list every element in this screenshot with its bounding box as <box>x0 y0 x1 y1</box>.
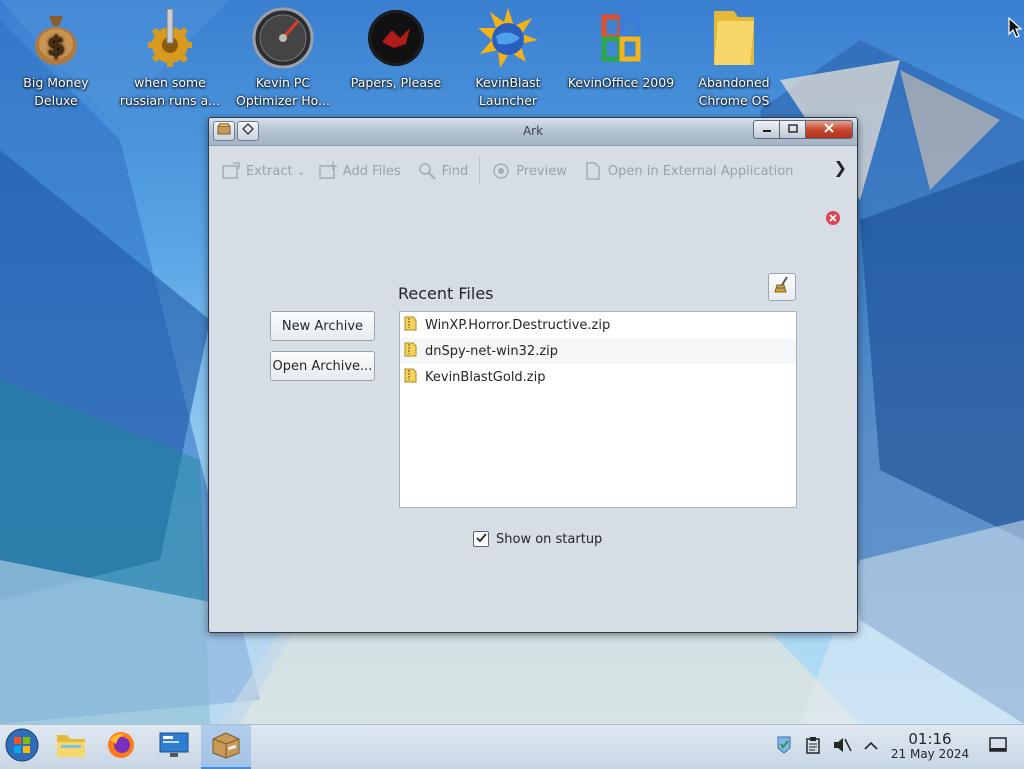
desktop-icon-abandoned-chrome-os[interactable]: Abandoned Chrome OS <box>678 6 790 110</box>
red-emblem-icon <box>364 6 428 70</box>
minimize-icon <box>762 122 772 137</box>
open-archive-button[interactable]: Open Archive... <box>270 351 375 381</box>
file-manager-icon <box>55 731 87 763</box>
find-label: Find <box>441 163 469 179</box>
tray-volume[interactable] <box>830 725 854 769</box>
svg-text:$: $ <box>47 31 65 61</box>
extract-button[interactable]: Extract <box>213 156 301 186</box>
gear-icon <box>138 6 202 70</box>
list-item[interactable]: dnSpy-net-win32.zip <box>400 338 796 364</box>
open-external-label: Open in External Application <box>607 163 794 179</box>
network-icon <box>775 735 793 759</box>
desktop-icon-label: Abandoned Chrome OS <box>698 75 770 108</box>
recent-file-name: dnSpy-net-win32.zip <box>425 343 559 359</box>
desktop-icon-kevinblast-launcher[interactable]: KevinBlast Launcher <box>452 6 564 110</box>
extract-icon <box>221 161 241 181</box>
clock-date: 21 May 2024 <box>890 747 970 761</box>
globe-burst-icon <box>476 6 540 70</box>
minimize-button[interactable] <box>753 120 780 139</box>
zip-file-icon <box>404 316 417 335</box>
clock-time: 01:16 <box>908 730 952 748</box>
add-files-label: Add Files <box>342 163 401 179</box>
tray-expand-icon <box>864 740 878 755</box>
close-icon <box>824 122 834 137</box>
search-icon <box>417 161 437 181</box>
desktop-icon-papers-please[interactable]: Papers, Please <box>340 6 452 92</box>
maximize-icon <box>787 122 798 137</box>
desktop-icon-label: when some russian runs a... <box>119 75 221 108</box>
desktop-icon-label: KevinOffice 2009 <box>567 75 675 90</box>
tray-network[interactable] <box>772 725 796 769</box>
error-indicator-icon <box>825 210 841 230</box>
find-button[interactable]: Find <box>409 156 477 186</box>
add-files-icon <box>318 161 338 181</box>
desktop-icon-label: Papers, Please <box>350 75 442 90</box>
firefox-icon <box>106 730 136 764</box>
list-item[interactable]: WinXP.Horror.Destructive.zip <box>400 312 796 338</box>
show-desktop-icon <box>989 737 1007 757</box>
main-toolbar: Extract ⌄ Add Files Find Preview Open in… <box>213 150 853 192</box>
recent-file-name: WinXP.Horror.Destructive.zip <box>425 317 611 333</box>
taskbar-file-manager[interactable] <box>49 725 93 769</box>
maximize-button[interactable] <box>780 120 806 139</box>
preview-label: Preview <box>516 163 567 179</box>
preview-button[interactable]: Preview <box>483 156 575 186</box>
office-logo-icon <box>589 6 653 70</box>
start-button[interactable] <box>0 725 44 769</box>
clipboard-icon <box>806 736 820 758</box>
recent-file-name: KevinBlastGold.zip <box>425 369 546 385</box>
show-desktop-button[interactable] <box>986 725 1010 769</box>
toolbar-separator <box>479 157 481 185</box>
new-archive-button[interactable]: New Archive <box>270 311 375 341</box>
money-bag-icon: $ <box>24 6 88 70</box>
checkmark-icon <box>475 532 487 547</box>
volume-muted-icon <box>832 736 852 758</box>
desktop-icon-label: Kevin PC Optimizer Ho... <box>236 75 330 108</box>
taskbar-firefox[interactable] <box>99 725 143 769</box>
start-orb-icon <box>5 728 39 766</box>
taskbar-ark[interactable] <box>201 725 251 769</box>
tray-expand-button[interactable] <box>860 725 882 769</box>
desktop-icon-label: KevinBlast Launcher <box>475 75 541 108</box>
show-on-startup-option[interactable]: Show on startup <box>473 531 602 547</box>
broom-icon <box>773 276 791 298</box>
zip-file-icon <box>404 368 417 387</box>
speedometer-icon <box>251 6 315 70</box>
zip-file-icon <box>404 342 417 361</box>
show-on-startup-label: Show on startup <box>496 531 603 547</box>
desktop-icon-kevin-pc-optimizer[interactable]: Kevin PC Optimizer Ho... <box>227 6 339 110</box>
desktop-icon-big-money-deluxe[interactable]: $ Big Money Deluxe <box>0 6 112 110</box>
recent-files-heading: Recent Files <box>398 284 494 303</box>
folder-icon <box>702 6 766 70</box>
document-icon <box>583 161 603 181</box>
extract-dropdown-arrow-icon[interactable]: ⌄ <box>297 165 310 178</box>
desktop-icon-russian[interactable]: when some russian runs a... <box>114 6 226 110</box>
desktop-icon-label: Big Money Deluxe <box>23 75 89 108</box>
ark-icon <box>210 729 242 763</box>
taskbar-system-settings[interactable] <box>152 725 196 769</box>
ark-window: Ark Extract ⌄ Add Files Find Preview Ope… <box>208 117 858 633</box>
list-item[interactable]: KevinBlastGold.zip <box>400 364 796 390</box>
clear-recent-button[interactable] <box>768 273 796 301</box>
preview-icon <box>491 161 511 181</box>
taskbar: 01:16 21 May 2024 <box>0 724 1024 769</box>
recent-files-list[interactable]: WinXP.Horror.Destructive.zip dnSpy-net-w… <box>399 311 797 508</box>
tray-clipboard[interactable] <box>802 725 824 769</box>
show-on-startup-checkbox[interactable] <box>473 531 489 547</box>
open-external-button[interactable]: Open in External Application <box>575 156 802 186</box>
mouse-cursor-icon <box>1008 16 1023 43</box>
close-button[interactable] <box>806 120 853 139</box>
clock[interactable]: 01:16 21 May 2024 <box>886 731 974 761</box>
window-titlebar[interactable]: Ark <box>209 118 857 146</box>
desktop-icon-kevinoffice-2009[interactable]: KevinOffice 2009 <box>565 6 677 92</box>
add-files-button[interactable]: Add Files <box>310 156 409 186</box>
extract-label: Extract <box>246 163 293 179</box>
toolbar-overflow-chevron-icon[interactable]: ❯ <box>834 158 847 177</box>
system-settings-icon <box>158 731 190 763</box>
